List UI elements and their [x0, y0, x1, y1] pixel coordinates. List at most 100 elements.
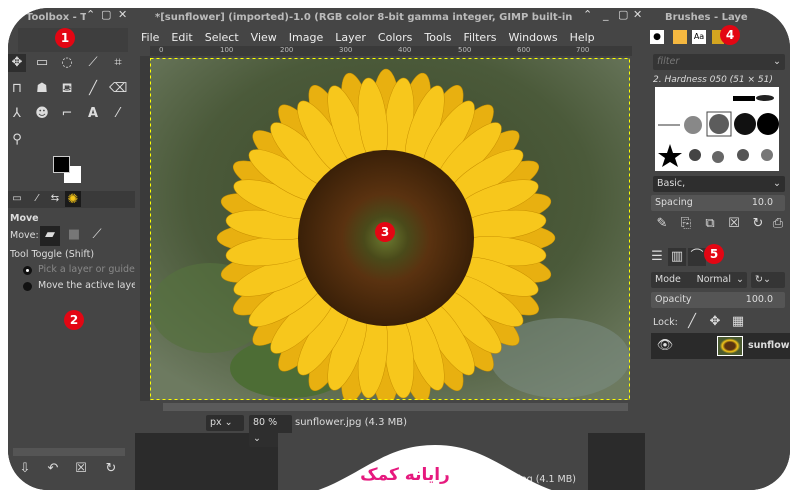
close-button[interactable]: ✕: [118, 8, 127, 21]
opacity-label: Opacity: [655, 294, 692, 305]
open-brush-icon[interactable]: ⎙: [769, 215, 787, 233]
radio-pick[interactable]: [23, 266, 32, 275]
brushes-tab-icon[interactable]: ●: [650, 30, 664, 44]
tool-toggle-label: Tool Toggle (Shift): [10, 249, 95, 260]
undo-history-tab-icon[interactable]: ⇆: [46, 190, 64, 208]
layer-row[interactable]: 👁 sunflower.: [651, 333, 790, 359]
lock-alpha-icon[interactable]: ▦: [729, 313, 747, 331]
ruler-tick: 200: [280, 46, 294, 54]
menu-select[interactable]: Select: [199, 29, 245, 46]
collapse-button[interactable]: ⌃: [86, 8, 95, 21]
move-path-button[interactable]: ⟋: [88, 226, 106, 244]
menu-colors[interactable]: Colors: [372, 29, 418, 46]
device-status-tab-icon[interactable]: ⁄: [28, 190, 46, 208]
duplicate-brush-icon[interactable]: ⧉: [701, 215, 719, 233]
save-options-icon[interactable]: ⇩: [16, 460, 34, 478]
toolbox-title: Toolbox - T: [26, 12, 86, 23]
image-close-button[interactable]: ✕: [633, 8, 642, 21]
foreground-color[interactable]: [53, 156, 70, 173]
horizontal-scrollbar[interactable]: [163, 403, 628, 411]
images-tab-icon[interactable]: ✺: [65, 191, 81, 207]
lock-pixels-icon[interactable]: ╱: [683, 313, 701, 331]
layers-tab-icon[interactable]: ☰: [648, 248, 666, 266]
menu-view[interactable]: View: [245, 29, 283, 46]
crop-tool-icon[interactable]: ⌗: [109, 54, 127, 72]
delete-options-icon[interactable]: ☒: [72, 460, 90, 478]
fuzzy-select-tool-icon[interactable]: ⟋: [84, 54, 102, 72]
image-maximize-button[interactable]: ▢: [618, 8, 628, 21]
mode-value: Normal: [696, 274, 731, 285]
move-selection-button[interactable]: ■: [65, 226, 83, 244]
new-brush-icon[interactable]: ⎘: [677, 215, 695, 233]
menu-file[interactable]: File: [135, 29, 165, 46]
restore-options-icon[interactable]: ↶: [44, 460, 62, 478]
vertical-ruler: [140, 56, 150, 401]
ruler-tick: 700: [576, 46, 590, 54]
rect-select-tool-icon[interactable]: ▭: [33, 54, 51, 72]
text-tool-icon[interactable]: A: [84, 105, 102, 123]
option-pick-layer: Pick a layer or guide: [38, 264, 135, 275]
maximize-button[interactable]: ▢: [101, 8, 111, 21]
move-tool-icon[interactable]: ✥: [8, 54, 26, 72]
ruler-tick: 0: [159, 46, 164, 54]
brush-set-select[interactable]: Basic, ⌄: [653, 176, 785, 192]
badge-4: 4: [720, 25, 740, 45]
ruler-tick: 500: [458, 46, 472, 54]
layer-thumbnail: [717, 336, 743, 356]
visibility-eye-icon[interactable]: 👁: [656, 337, 674, 355]
menu-layer[interactable]: Layer: [329, 29, 372, 46]
smudge-tool-icon[interactable]: ☻: [33, 105, 51, 123]
mode-select[interactable]: Mode Normal ⌄: [651, 272, 747, 288]
brush-set-value: Basic,: [657, 178, 686, 189]
spacing-label: Spacing: [655, 197, 693, 208]
spacing-value: 10.0: [751, 197, 773, 208]
warp-tool-icon[interactable]: ☗: [33, 80, 51, 98]
tool-options-tab-icon[interactable]: ▭: [8, 190, 26, 208]
eraser-icon[interactable]: ⌫: [109, 80, 127, 98]
lasso-tool-icon[interactable]: ◌: [58, 54, 76, 72]
unit-select[interactable]: px ⌄: [206, 415, 244, 431]
bucket-fill-icon[interactable]: ⛾: [58, 80, 76, 98]
transform-tool-icon[interactable]: ⊓: [8, 80, 26, 98]
ruler-tick: 600: [517, 46, 531, 54]
ruler-tick: 400: [398, 46, 412, 54]
ruler-tick: 300: [339, 46, 353, 54]
opacity-spinner[interactable]: Opacity 100.0: [651, 292, 785, 308]
ruler-tick: 100: [220, 46, 234, 54]
reset-options-icon[interactable]: ↻: [102, 460, 120, 478]
toolbox-scrollbar[interactable]: [13, 448, 125, 456]
watermark-logo: رایانه کمک: [360, 465, 450, 485]
spacing-spinner[interactable]: Spacing 10.0: [651, 195, 785, 211]
menu-tools[interactable]: Tools: [418, 29, 457, 46]
refresh-brushes-icon[interactable]: ↻: [749, 215, 767, 233]
image-collapse-button[interactable]: ⌃: [583, 8, 592, 21]
radio-move-active[interactable]: [23, 282, 32, 291]
unit-value: px: [210, 417, 222, 428]
horizontal-ruler: 0 100 200 300 400 500 600 700: [150, 46, 632, 56]
image-minimize-button[interactable]: _: [603, 8, 609, 21]
dock-title: Brushes - Laye: [665, 12, 748, 23]
menu-help[interactable]: Help: [564, 29, 601, 46]
color-picker-icon[interactable]: ⁄: [109, 105, 127, 123]
channels-tab-icon[interactable]: ▥: [668, 248, 686, 266]
menu-windows[interactable]: Windows: [502, 29, 563, 46]
menu-edit[interactable]: Edit: [165, 29, 198, 46]
move-layer-button[interactable]: ▰: [40, 226, 60, 246]
delete-brush-icon[interactable]: ☒: [725, 215, 743, 233]
paintbrush-icon[interactable]: ╱: [84, 80, 102, 98]
brush-grid[interactable]: [655, 87, 779, 171]
menu-bar: File Edit Select View Image Layer Colors…: [135, 29, 640, 46]
brush-filter-input[interactable]: filter ⌄: [653, 54, 785, 70]
zoom-tool-icon[interactable]: ⚲: [8, 131, 26, 149]
clone-tool-icon[interactable]: ⅄: [8, 105, 26, 123]
filter-placeholder: filter: [657, 56, 680, 67]
patterns-tab-icon[interactable]: [673, 30, 687, 44]
fonts-tab-icon[interactable]: Aa: [692, 30, 706, 44]
menu-filters[interactable]: Filters: [457, 29, 502, 46]
edit-brush-icon[interactable]: ✎: [653, 215, 671, 233]
badge-2: 2: [64, 310, 84, 330]
lock-position-icon[interactable]: ✥: [706, 313, 724, 331]
blend-space-select[interactable]: ↻⌄: [751, 272, 785, 288]
menu-image[interactable]: Image: [283, 29, 329, 46]
paths-tool-icon[interactable]: ⌐: [58, 105, 76, 123]
